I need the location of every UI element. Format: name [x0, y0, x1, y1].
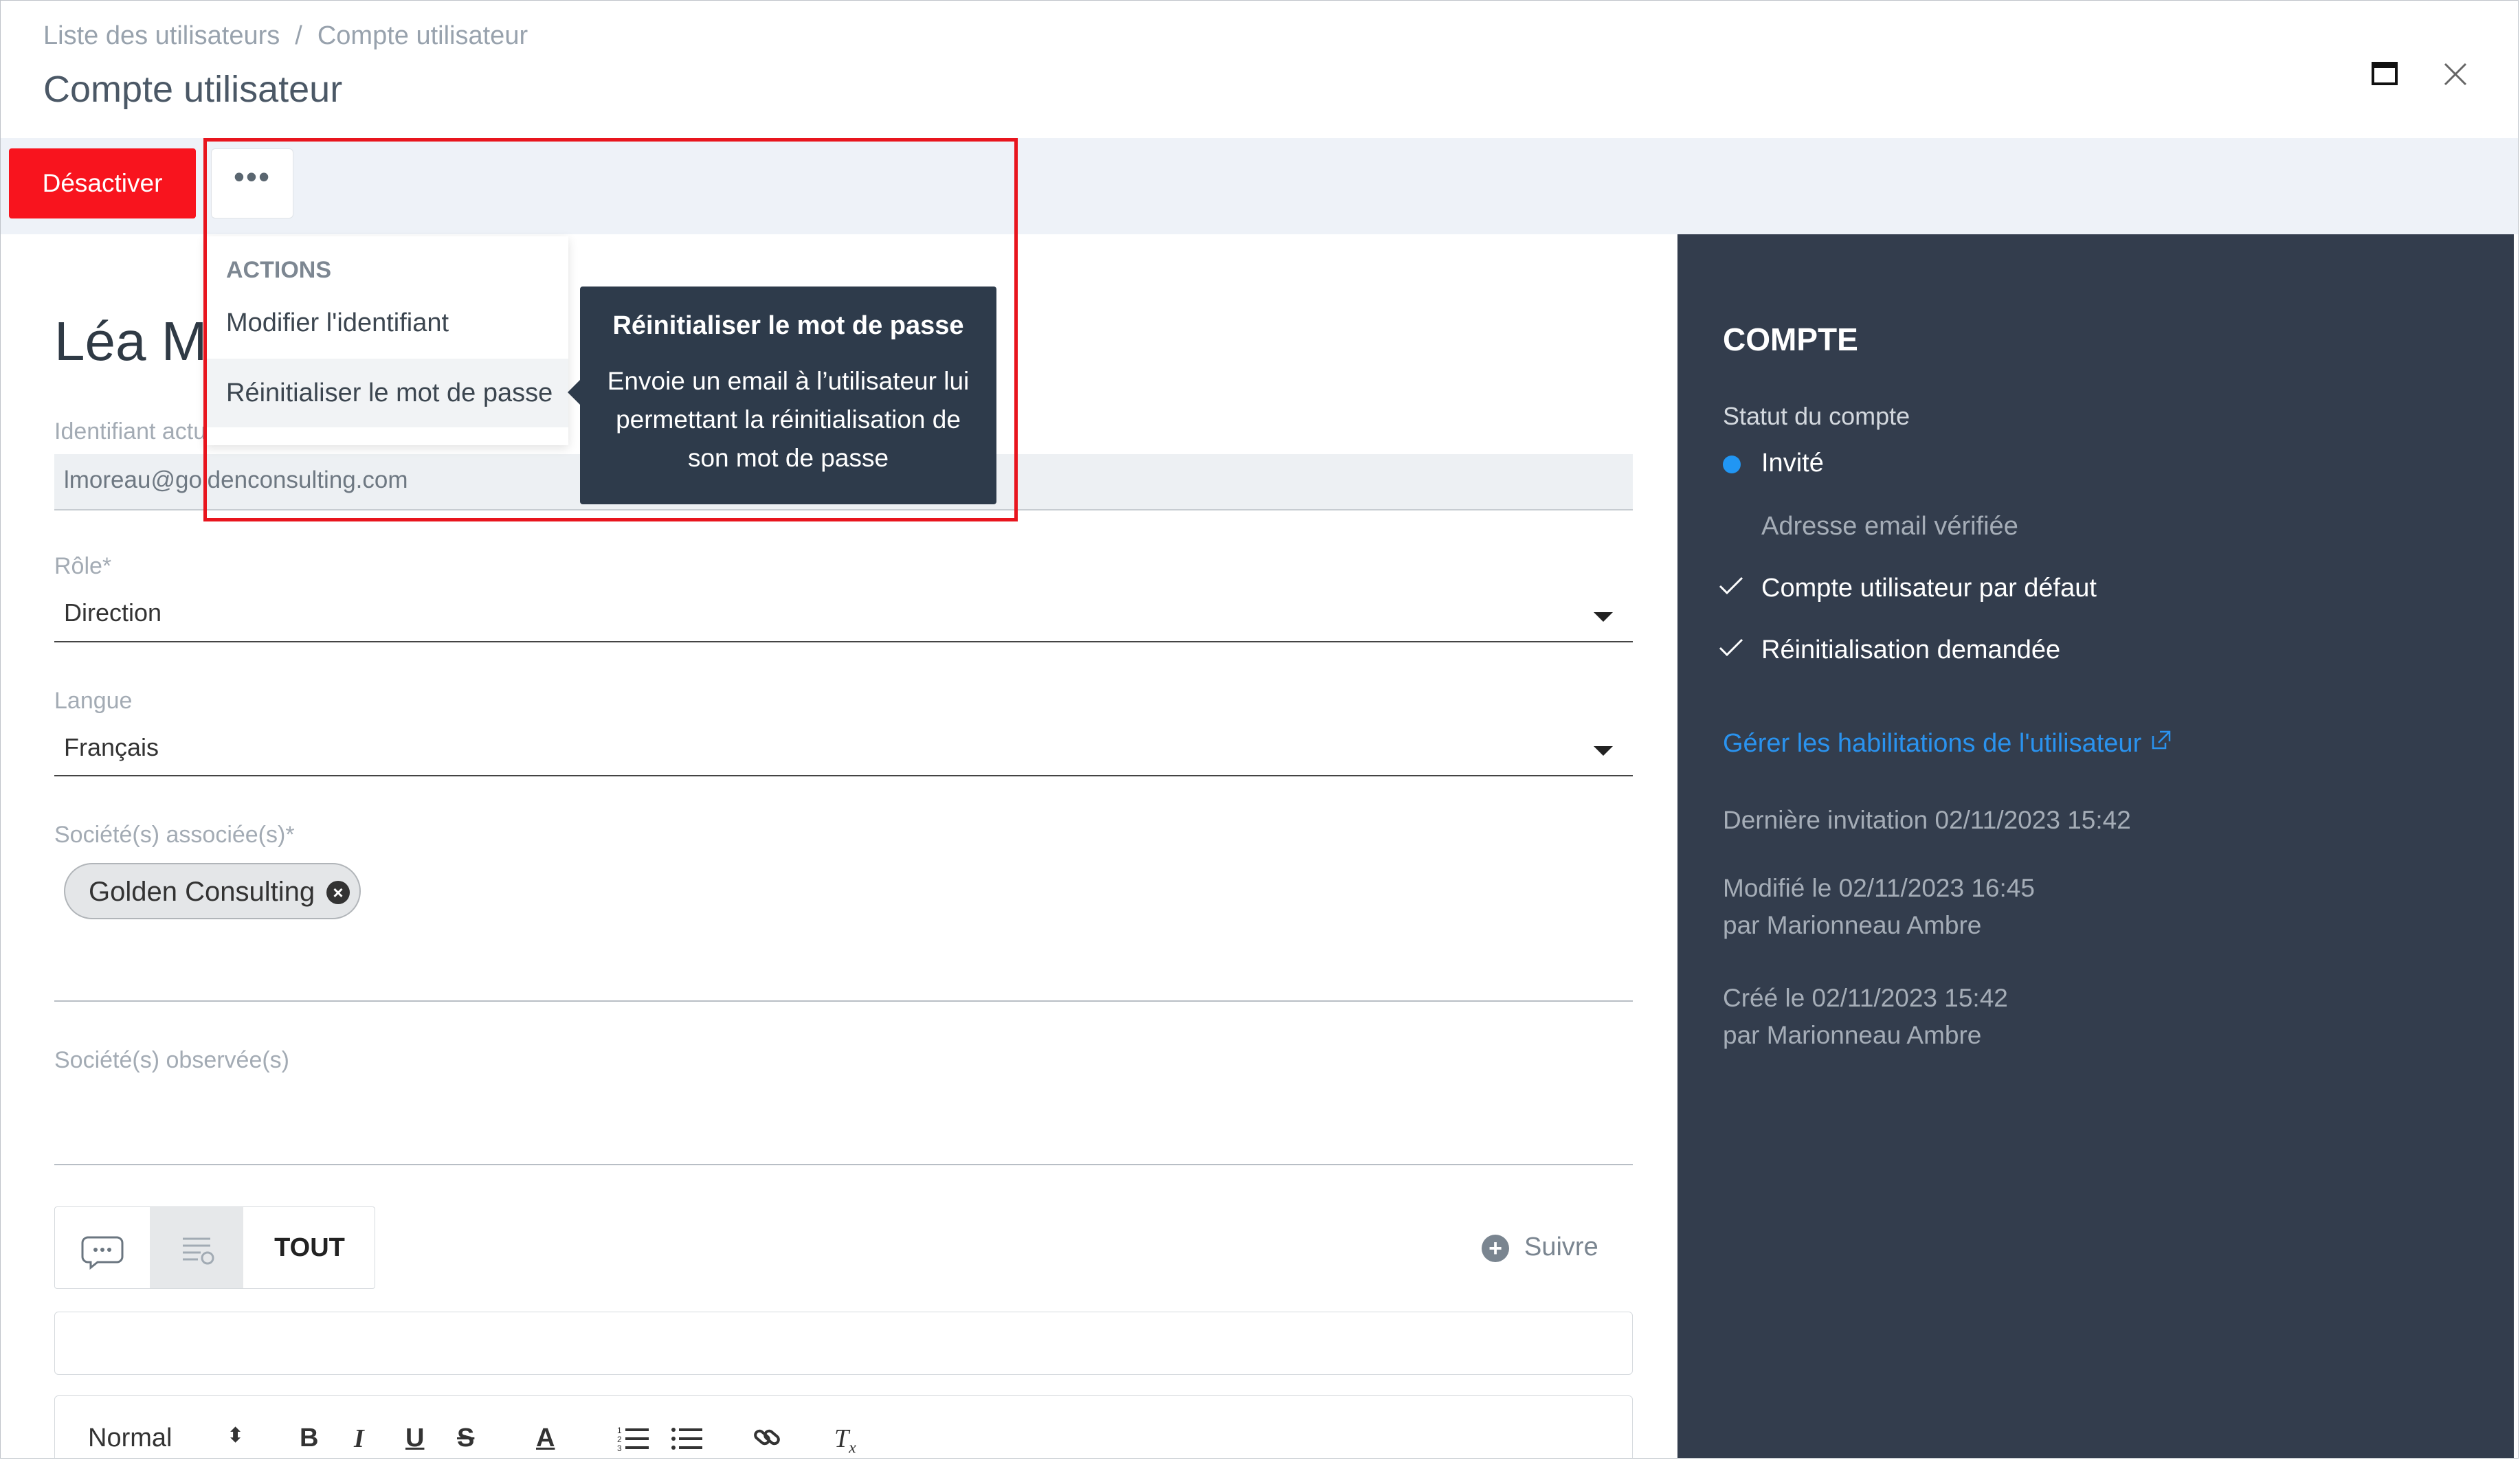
breadcrumb-separator: / [295, 21, 302, 50]
role-underline [54, 641, 1633, 642]
email-verified-status: Adresse email vérifiée [1761, 512, 2018, 541]
follow-label: Suivre [1524, 1233, 1598, 1261]
list-history-icon [183, 1237, 214, 1265]
external-link-icon [2152, 730, 2171, 750]
account-status-value: Invité [1761, 449, 1824, 478]
rich-text-toolbar: Normal ⬍ B I U S A 123 Tx [54, 1395, 1633, 1458]
link-icon[interactable] [752, 1424, 782, 1458]
maximize-icon[interactable] [2365, 54, 2406, 96]
breadcrumb-item-users-list[interactable]: Liste des utilisateurs [43, 21, 280, 51]
page-title: Compte utilisateur [43, 69, 343, 110]
language-underline [54, 775, 1633, 776]
language-label: Langue [54, 688, 133, 714]
check-icon [1719, 638, 1743, 657]
tab-comments[interactable] [55, 1207, 150, 1288]
default-account-status: Compte utilisateur par défaut [1761, 574, 2097, 603]
created-by: par Marionneau Ambre [1723, 1021, 1982, 1049]
text-style-select[interactable]: Normal [88, 1424, 172, 1453]
plus-circle-icon: + [1482, 1234, 1509, 1262]
comment-icon [81, 1236, 124, 1270]
ordered-list-icon[interactable]: 123 [617, 1424, 649, 1458]
check-icon [1719, 576, 1743, 595]
text-color-icon[interactable]: A [536, 1424, 555, 1453]
role-label: Rôle* [54, 553, 112, 579]
modified-by: par Marionneau Ambre [1723, 911, 1982, 939]
status-dot-icon [1723, 456, 1741, 473]
manage-permissions-link[interactable]: Gérer les habilitations de l'utilisateur [1723, 729, 2172, 759]
modified-date: Modifié le 02/11/2023 16:45 [1723, 874, 2035, 902]
account-panel-title: COMPTE [1723, 322, 1858, 357]
companies-underline [54, 1000, 1633, 1002]
role-chevron-down-icon[interactable] [1594, 612, 1613, 622]
tab-all[interactable]: TOUT [243, 1207, 376, 1288]
user-account-window: Liste des utilisateurs / Compte utilisateu… [0, 0, 2519, 1459]
tab-history[interactable] [150, 1207, 243, 1288]
svg-text:1: 1 [617, 1426, 622, 1435]
italic-icon[interactable]: I [354, 1424, 364, 1454]
role-select[interactable]: Direction [64, 598, 161, 627]
close-icon[interactable] [2435, 54, 2476, 96]
bold-icon[interactable]: B [300, 1424, 318, 1453]
comment-tabs: TOUT [54, 1206, 375, 1289]
account-status-label: Statut du compte [1723, 402, 1910, 430]
account-panel: COMPTE Statut du compte Invité Adresse e… [1677, 234, 2514, 1458]
highlight-annotation-box [203, 138, 1018, 521]
svg-text:3: 3 [617, 1444, 622, 1451]
deactivate-button[interactable]: Désactiver [9, 148, 196, 218]
follow-button[interactable]: + Suivre [1482, 1233, 1598, 1262]
user-name-heading: Léa M [54, 311, 208, 372]
bullet-list-icon[interactable] [671, 1424, 702, 1458]
identifier-label: Identifiant actuel [54, 418, 225, 445]
remove-chip-icon[interactable]: × [326, 881, 350, 904]
language-select[interactable]: Français [64, 733, 159, 762]
window-header: Liste des utilisateurs / Compte utilisateu… [1, 1, 2518, 138]
breadcrumb-item-current: Compte utilisateur [317, 21, 528, 50]
created-date: Créé le 02/11/2023 15:42 [1723, 984, 2008, 1012]
underline-icon[interactable]: U [405, 1424, 424, 1453]
manage-permissions-label: Gérer les habilitations de l'utilisateur [1723, 729, 2142, 758]
last-invitation: Dernière invitation 02/11/2023 15:42 [1723, 806, 2131, 834]
observed-companies-label: Société(s) observée(s) [54, 1047, 290, 1073]
language-chevron-down-icon[interactable] [1594, 746, 1613, 756]
svg-text:2: 2 [617, 1435, 622, 1444]
observed-companies-field[interactable] [54, 1164, 1633, 1165]
clear-format-icon[interactable]: Tx [834, 1424, 856, 1458]
companies-label: Société(s) associée(s)* [54, 822, 295, 848]
company-chip: Golden Consulting × [64, 863, 361, 919]
breadcrumb: Liste des utilisateurs / Compte utilisateu… [43, 21, 528, 51]
strikethrough-icon[interactable]: S [457, 1424, 474, 1453]
select-arrows-icon[interactable]: ⬍ [227, 1424, 244, 1448]
comment-input[interactable] [54, 1312, 1633, 1375]
company-chip-label: Golden Consulting [89, 877, 315, 907]
reset-requested-status: Réinitialisation demandée [1761, 636, 2061, 664]
